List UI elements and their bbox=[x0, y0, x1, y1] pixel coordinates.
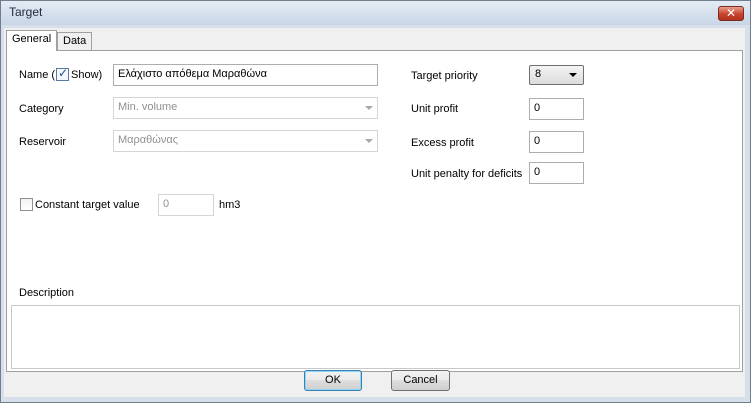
reservoir-label: Reservoir bbox=[19, 136, 67, 148]
name-label: Name ( bbox=[19, 69, 56, 81]
reservoir-value: Μαραθώνας bbox=[118, 134, 179, 146]
name-input[interactable]: Ελάχιστο απόθεμα Μαραθώνα bbox=[113, 64, 378, 86]
chevron-down-icon bbox=[569, 73, 577, 77]
chevron-down-icon bbox=[365, 106, 373, 110]
show-checkbox[interactable]: ✓ bbox=[56, 66, 69, 81]
constant-target-input[interactable]: 0 bbox=[158, 194, 214, 216]
unit-penalty-input[interactable]: 0 bbox=[529, 162, 584, 184]
unit-profit-input[interactable]: 0 bbox=[529, 98, 584, 120]
close-icon: ✕ bbox=[725, 6, 737, 20]
tab-general[interactable]: General bbox=[6, 30, 58, 51]
target-priority-select[interactable]: 8 bbox=[529, 65, 584, 85]
reservoir-select[interactable]: Μαραθώνας bbox=[113, 130, 378, 152]
ok-button[interactable]: OK bbox=[304, 370, 362, 391]
description-label: Description bbox=[19, 287, 75, 299]
category-select[interactable]: Min. volume bbox=[113, 97, 378, 119]
close-button[interactable]: ✕ bbox=[718, 6, 744, 21]
description-textarea[interactable] bbox=[11, 305, 740, 369]
unit-profit-label: Unit profit bbox=[411, 103, 459, 115]
chevron-down-icon bbox=[365, 139, 373, 143]
dialog-client: General Data Name ( ✓ Show) Ελάχιστο από… bbox=[4, 28, 745, 397]
window-title: Target bbox=[9, 5, 43, 19]
constant-target-unit: hm3 bbox=[219, 199, 241, 211]
title-bar[interactable]: Target ✕ bbox=[1, 1, 750, 25]
target-priority-label: Target priority bbox=[411, 70, 478, 82]
category-value: Min. volume bbox=[118, 101, 178, 113]
tab-data[interactable]: Data bbox=[57, 32, 93, 50]
show-label: Show) bbox=[71, 69, 103, 81]
category-label: Category bbox=[19, 103, 64, 115]
excess-profit-label: Excess profit bbox=[411, 137, 474, 149]
unit-penalty-label: Unit penalty for deficits bbox=[411, 168, 523, 180]
general-tab-panel: Name ( ✓ Show) Ελάχιστο απόθεμα Μαραθώνα… bbox=[6, 50, 743, 372]
cancel-button[interactable]: Cancel bbox=[391, 370, 450, 391]
constant-target-label: Constant target value bbox=[35, 199, 140, 211]
constant-target-checkbox[interactable] bbox=[20, 198, 33, 211]
target-dialog: Target ✕ General Data Name ( ✓ Show) Ελά… bbox=[0, 0, 751, 403]
excess-profit-input[interactable]: 0 bbox=[529, 131, 584, 153]
checkmark-icon: ✓ bbox=[58, 66, 69, 80]
target-priority-value: 8 bbox=[535, 68, 542, 80]
